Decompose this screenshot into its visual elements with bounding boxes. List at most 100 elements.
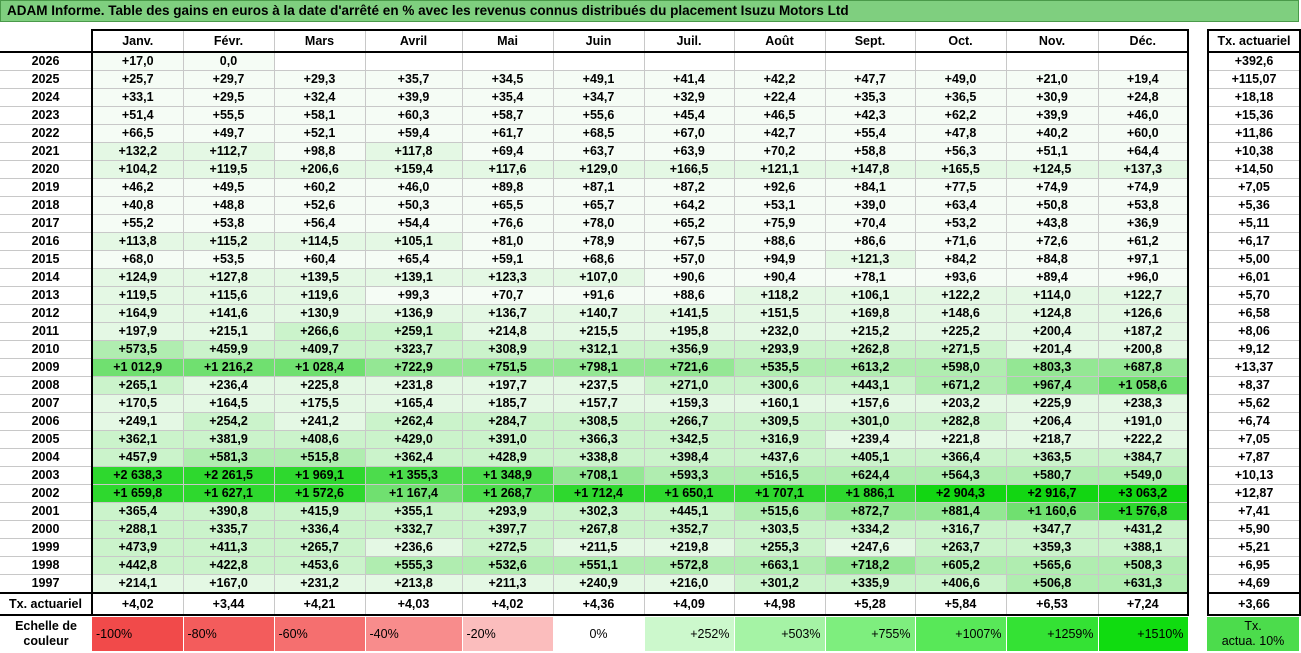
side-row: +7,05 [1207,430,1301,449]
side-row: +18,18 [1207,88,1301,107]
table-row: 2004 +457,9 +581,3 +515,8 +362,4 +428,9 +338,8… [0,448,1189,467]
gain-cell: +631,3 [1097,574,1189,594]
gain-cell: +288,1 [91,520,184,539]
gain-cell: +42,3 [824,106,916,125]
gain-cell: +342,5 [643,430,735,449]
gain-cell: +57,0 [643,250,735,269]
year-cell: 1999 [0,538,93,557]
table-row: 2019 +46,2 +49,5 +60,2 +46,0 +89,8 +87,1 +87,2 +… [0,178,1189,197]
gain-cell: +388,1 [1097,538,1189,557]
gain-cell: +39,9 [1005,106,1099,125]
gain-cell: +55,5 [182,106,275,125]
scale-label-line2: couleur [23,634,69,648]
gain-cell: +64,4 [1097,142,1189,161]
gain-cell: +362,4 [364,448,463,467]
actuarial-rate-cell: +13,37 [1207,358,1301,377]
gain-cell: +47,8 [914,124,1007,143]
side-row: +10,38 [1207,142,1301,161]
gain-cell: +473,9 [91,538,184,557]
side-row: +6,74 [1207,412,1301,431]
gain-cell: +49,5 [182,178,275,197]
gain-cell: +445,1 [643,502,735,521]
year-cell: 2002 [0,484,93,503]
gain-cell: +89,8 [461,178,554,197]
gain-cell: +113,8 [91,232,184,251]
gain-cell: +2 904,3 [914,484,1007,503]
table-row: 2017 +55,2 +53,8 +56,4 +54,4 +76,6 +78,0 +65,2 +… [0,214,1189,233]
gain-cell: +381,9 [182,430,275,449]
gain-cell: +91,6 [552,286,645,305]
actuarial-rate-cell: +6,95 [1207,556,1301,575]
gain-cell: +46,5 [733,106,826,125]
gain-cell: +422,8 [182,556,275,575]
gain-cell: +624,4 [824,466,916,485]
side-row: +5,11 [1207,214,1301,233]
gain-cell: +53,5 [182,250,275,269]
gain-cell: +35,3 [824,88,916,107]
footer-rate-cell: +4,09 [643,592,735,616]
gain-cell: +119,5 [91,286,184,305]
gain-cell: +293,9 [733,340,826,359]
gain-cell: +266,7 [643,412,735,431]
side-row: +5,21 [1207,538,1301,557]
year-cell: 2017 [0,214,93,233]
table-row: 2003 +2 638,3 +2 261,5 +1 969,1 +1 355,3 +1 3… [0,466,1189,485]
gain-cell: +114,5 [273,232,366,251]
gain-cell: +63,9 [643,142,735,161]
gain-cell [1097,51,1189,71]
year-cell: 2003 [0,466,93,485]
gain-cell: +249,1 [91,412,184,431]
scale-swatch: -20% [462,617,554,651]
gain-cell: +65,7 [552,196,645,215]
side-row: +7,87 [1207,448,1301,467]
gain-cell: +798,1 [552,358,645,377]
month-header-11: Nov. [1005,29,1099,53]
month-header-10: Oct. [914,29,1007,53]
gain-cell: +35,4 [461,88,554,107]
gain-cell: +90,6 [643,268,735,287]
gain-cell: +1 576,8 [1097,502,1189,521]
gain-cell: +347,7 [1005,520,1099,539]
year-header-cell [0,30,93,53]
scale-swatch: +252% [644,617,735,651]
gain-cell: +266,6 [273,322,366,341]
gain-cell: +1 572,6 [273,484,366,503]
gain-cell: +55,4 [824,124,916,143]
gain-cell: +415,9 [273,502,366,521]
actuarial-rate-cell: +115,07 [1207,70,1301,89]
gain-cell: +49,1 [552,70,645,89]
month-header-4: Avril [364,29,463,53]
gain-cell: +21,0 [1005,70,1099,89]
gain-cell: +408,6 [273,430,366,449]
gain-cell: +115,6 [182,286,275,305]
gain-cell: +803,3 [1005,358,1099,377]
gain-cell: +708,1 [552,466,645,485]
gain-cell: +336,4 [273,520,366,539]
gain-cell: +197,9 [91,322,184,341]
month-header-8: Août [733,29,826,53]
gain-cell: +112,7 [182,142,275,161]
scale-swatch: +1007% [915,617,1007,651]
gain-cell: +105,1 [364,232,463,251]
gain-cell: +92,6 [733,178,826,197]
gain-cell: +60,0 [1097,124,1189,143]
table-row: 2005 +362,1 +381,9 +408,6 +429,0 +391,0 +366,3… [0,430,1189,449]
year-cell: 2019 [0,178,93,197]
gain-cell: +56,4 [273,214,366,233]
gain-cell: +69,4 [461,142,554,161]
year-cell: 2018 [0,196,93,215]
gain-cell: +355,1 [364,502,463,521]
gain-cell: +1 058,6 [1097,376,1189,395]
gain-cell: +362,1 [91,430,184,449]
side-row: +6,17 [1207,232,1301,251]
gain-cell: +303,5 [733,520,826,539]
gain-cell: +366,3 [552,430,645,449]
gain-cell: +429,0 [364,430,463,449]
gain-cell: +88,6 [733,232,826,251]
table-row: 2025 +25,7 +29,7 +29,3 +35,7 +34,5 +49,1 +41,4 +… [0,70,1189,89]
gain-cell: +572,8 [643,556,735,575]
gain-cell: +78,9 [552,232,645,251]
gain-cell: +84,2 [914,250,1007,269]
gain-cell: +443,1 [824,376,916,395]
actuarial-rate-cell: +5,90 [1207,520,1301,539]
